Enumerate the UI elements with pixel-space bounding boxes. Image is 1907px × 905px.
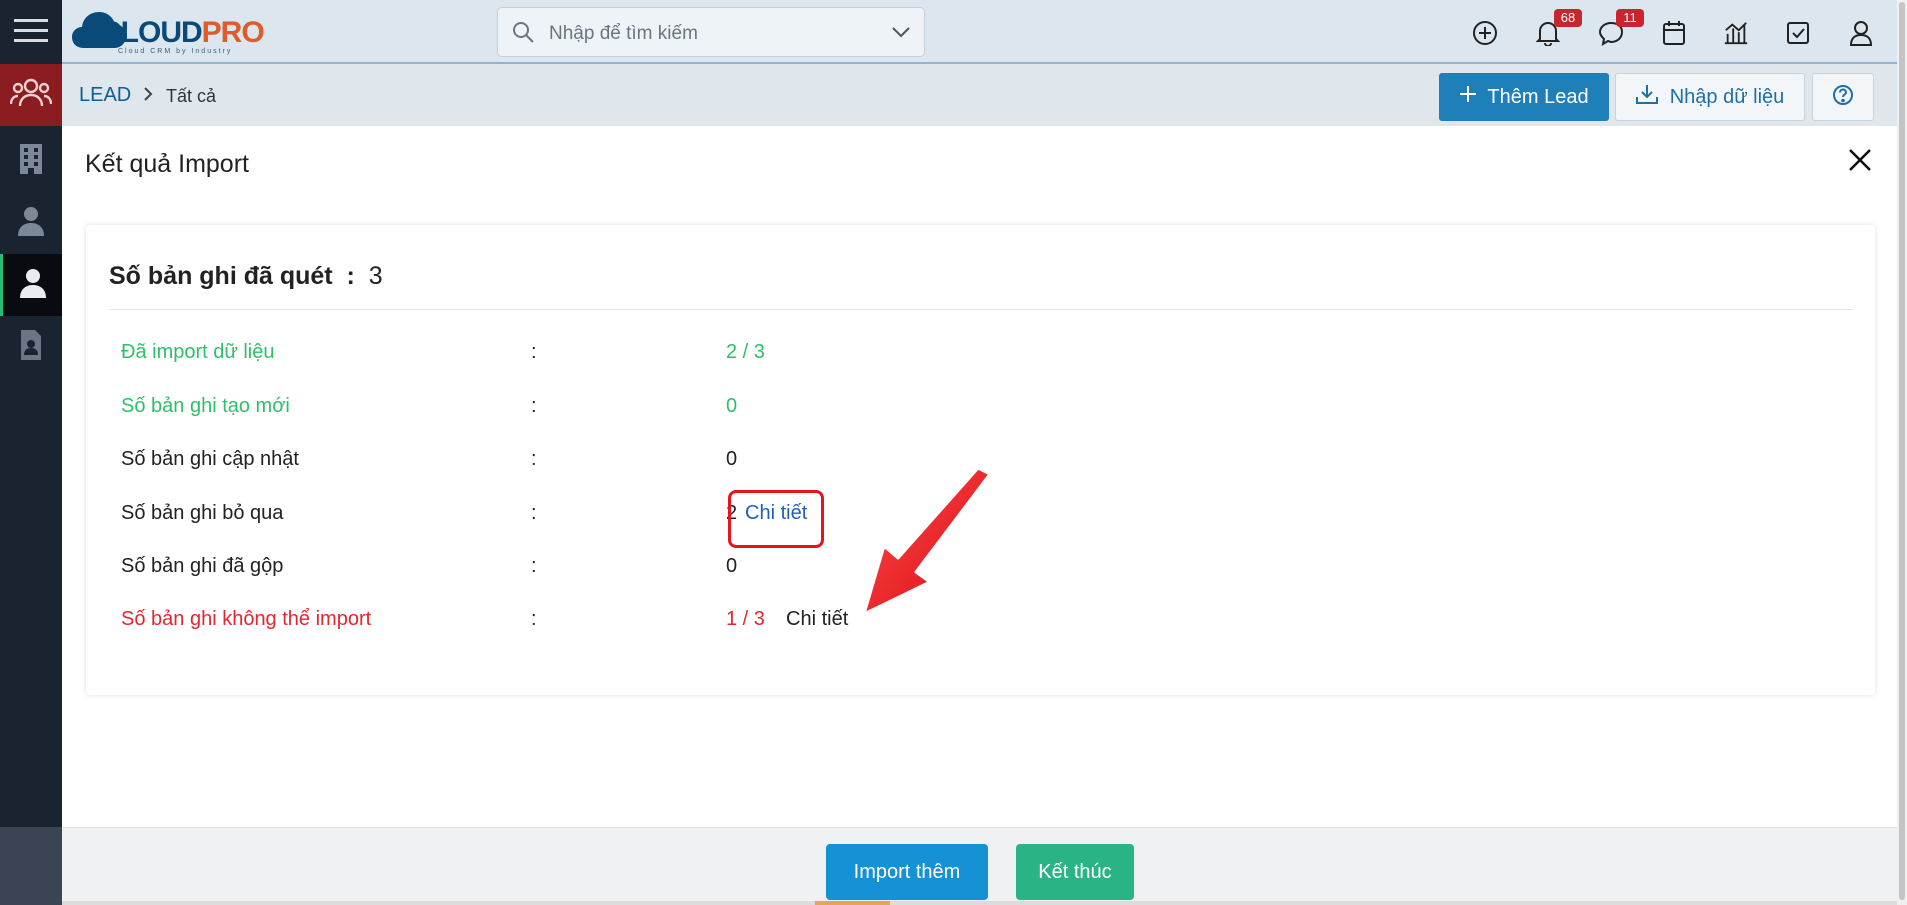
vertical-scrollbar-thumb[interactable] [1899, 2, 1905, 900]
scanned-label: Số bản ghi đã quét [109, 262, 333, 290]
result-value: 1 / 3 [726, 608, 765, 630]
sidebar-item-leads[interactable] [0, 254, 62, 316]
result-colon: : [531, 448, 537, 470]
scanned-records-heading: Số bản ghi đã quét : 3 [109, 262, 383, 291]
scanned-value: 3 [368, 262, 383, 290]
add-lead-button[interactable]: Thêm Lead [1439, 73, 1609, 121]
result-value: 2 / 3 [726, 341, 765, 363]
global-search[interactable]: Nhập để tìm kiếm [497, 7, 925, 57]
result-colon: : [531, 341, 537, 363]
result-value: 0 [726, 395, 738, 417]
horizontal-scrollbar[interactable] [62, 901, 1897, 905]
breadcrumb-current: Tất cả [166, 86, 217, 106]
sidebar-item-contact-card[interactable] [0, 316, 62, 378]
contact-card-icon [19, 329, 43, 366]
result-label: Số bản ghi cập nhật [121, 448, 299, 470]
help-button[interactable] [1812, 73, 1874, 121]
users-group-icon [9, 76, 53, 115]
menu-icon[interactable] [0, 0, 62, 62]
plus-icon [1459, 85, 1477, 109]
sidebar-item-organizations[interactable] [0, 130, 62, 192]
task-check-icon[interactable] [1785, 20, 1811, 46]
import-more-button[interactable]: Import thêm [826, 844, 988, 900]
modal-footer: Import thêm Kết thúc [62, 827, 1897, 905]
user-profile-icon[interactable] [1848, 20, 1874, 46]
result-value: 0 [726, 555, 738, 577]
result-label: Đã import dữ liệu [121, 341, 275, 363]
sidebar-item-groups[interactable] [0, 64, 62, 126]
annotation-highlight-box [728, 490, 824, 548]
logo-tagline: Cloud CRM by Industry [118, 48, 233, 55]
search-icon [512, 21, 534, 48]
top-bar: CLOUDPRO Cloud CRM by Industry Nhập để t… [62, 0, 1897, 64]
chevron-down-icon[interactable] [892, 25, 910, 43]
person-icon [18, 267, 48, 304]
annotation-arrow-icon [862, 468, 992, 616]
add-lead-label: Thêm Lead [1487, 85, 1589, 108]
logo-text-pro: PRO [201, 16, 265, 49]
import-result-modal: Kết quả Import Số bản ghi đã quét : 3 Đã… [62, 126, 1897, 905]
modal-title: Kết quả Import [85, 150, 249, 178]
result-label: Số bản ghi bỏ qua [121, 502, 284, 524]
result-row-created: Số bản ghi tạo mới : 0 [86, 395, 1875, 425]
cloudpro-logo[interactable]: CLOUDPRO Cloud CRM by Industry [70, 6, 300, 58]
notifications-badge: 68 [1554, 9, 1582, 27]
result-label: Số bản ghi tạo mới [121, 395, 290, 417]
download-icon [1635, 84, 1658, 110]
page-header: LEAD Tất cả Thêm Lead Nhập dữ liệu [62, 64, 1897, 126]
sidebar-item-contacts[interactable] [0, 192, 62, 254]
divider [109, 309, 1853, 310]
left-sidebar [0, 0, 62, 905]
calendar-icon[interactable] [1661, 20, 1687, 46]
breadcrumb-module[interactable]: LEAD [79, 84, 131, 107]
chart-icon[interactable] [1723, 20, 1749, 46]
result-label: Số bản ghi không thể import [121, 608, 372, 630]
result-row-imported: Đã import dữ liệu : 2 / 3 [86, 341, 1875, 371]
plus-circle-icon[interactable] [1472, 20, 1498, 46]
result-label: Số bản ghi đã gộp [121, 555, 284, 577]
finish-button[interactable]: Kết thúc [1016, 844, 1134, 900]
import-data-button[interactable]: Nhập dữ liệu [1615, 73, 1805, 121]
messages-badge: 11 [1616, 9, 1644, 27]
result-colon: : [531, 502, 537, 524]
person-tie-icon [16, 205, 46, 242]
chevron-right-icon [143, 86, 153, 107]
result-colon: : [531, 555, 537, 577]
search-input[interactable]: Nhập để tìm kiếm [549, 23, 698, 45]
horizontal-scrollbar-marker [815, 901, 890, 905]
import-data-label: Nhập dữ liệu [1669, 85, 1785, 108]
result-colon: : [531, 395, 537, 417]
question-circle-icon [1832, 84, 1854, 111]
logo-text-cloud: CLOUD [100, 16, 203, 49]
sidebar-footer [0, 827, 62, 905]
failed-details-link[interactable]: Chi tiết [786, 608, 848, 631]
logo-wordmark: CLOUDPRO [100, 16, 265, 50]
building-icon [18, 143, 44, 180]
close-icon[interactable] [1848, 148, 1872, 177]
scanned-separator: : [346, 262, 355, 290]
result-colon: : [531, 608, 537, 630]
result-value: 0 [726, 448, 738, 470]
